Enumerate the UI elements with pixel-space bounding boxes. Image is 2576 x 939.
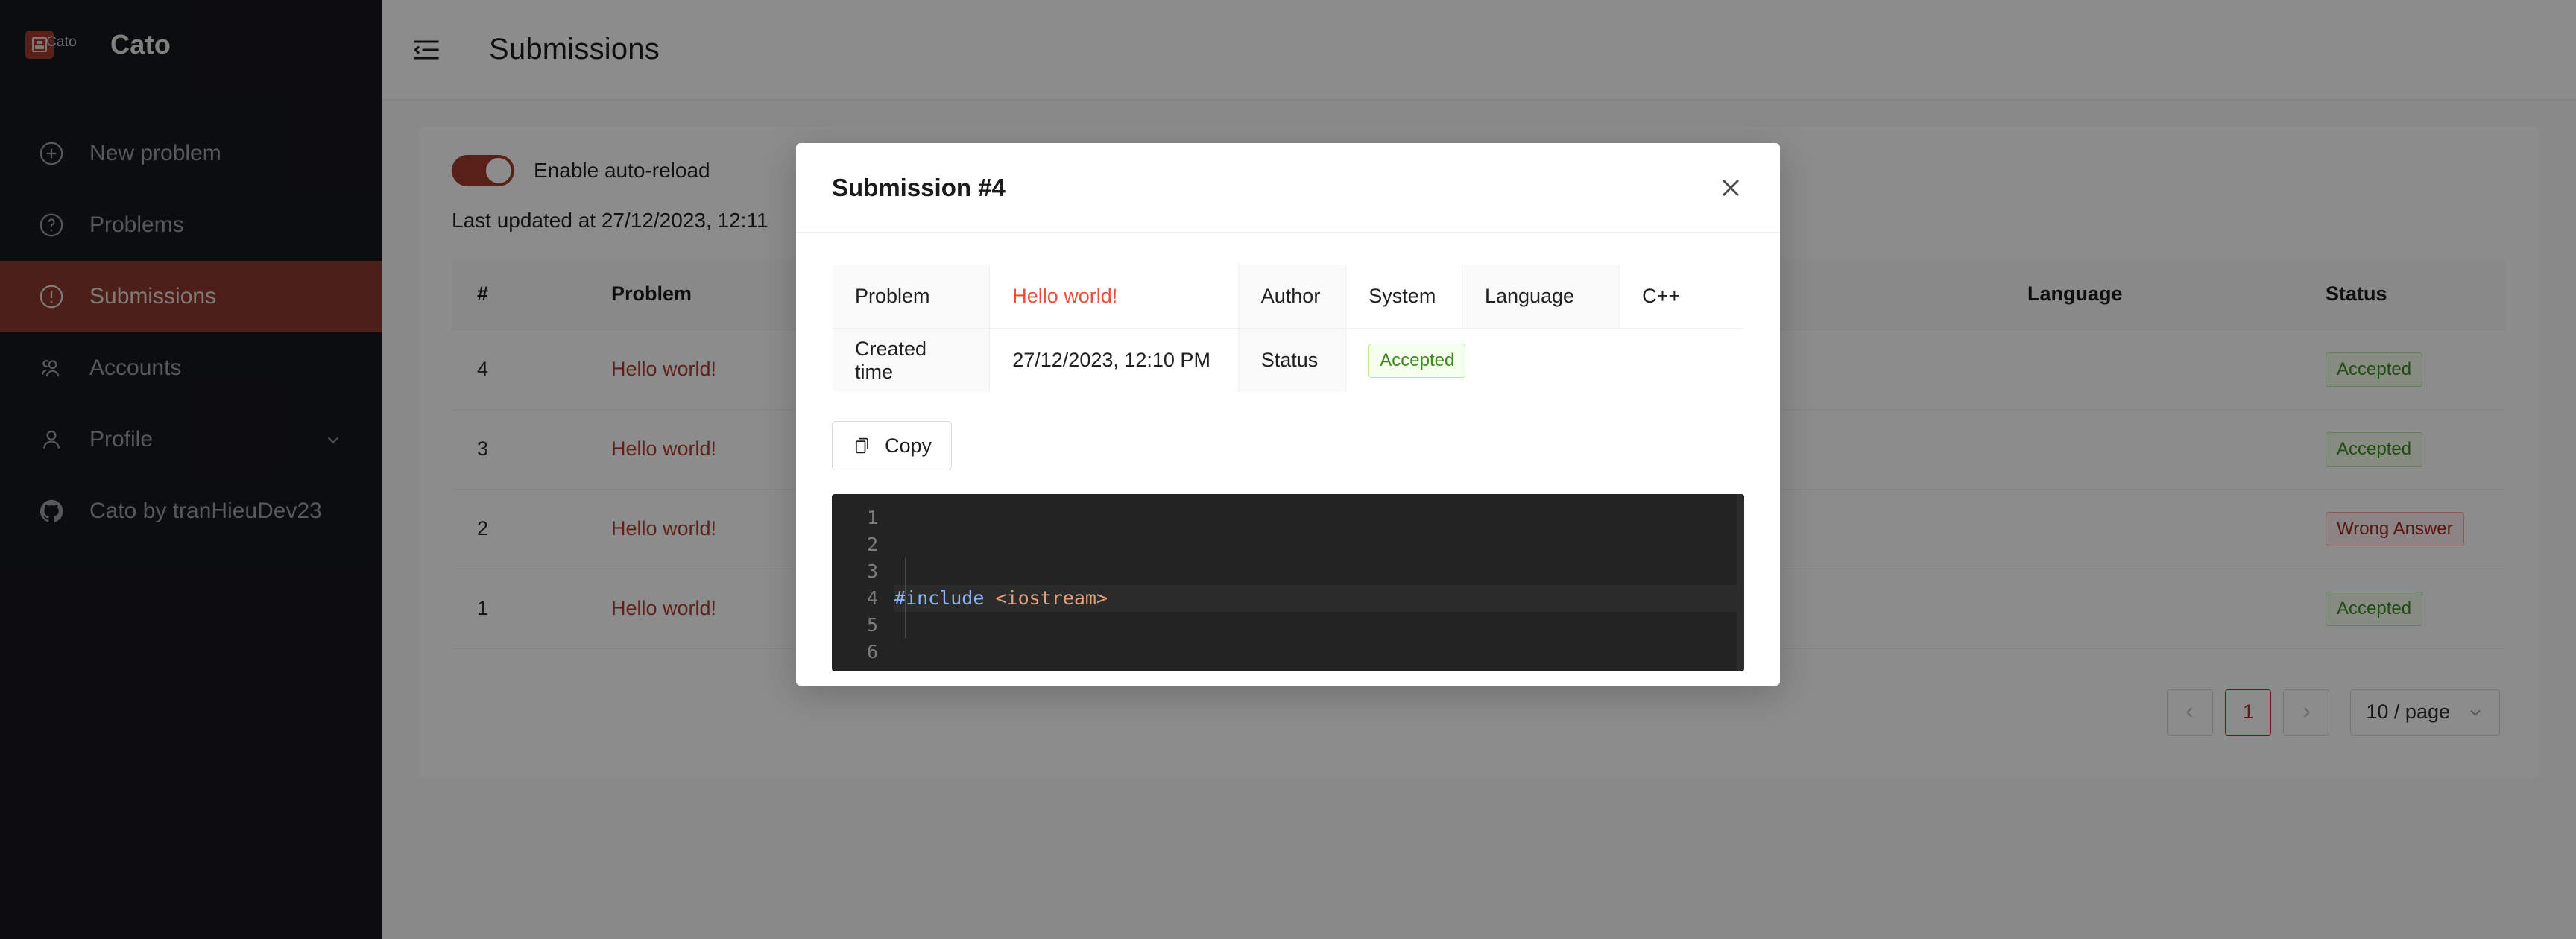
detail-label-status: Status bbox=[1238, 328, 1347, 392]
submission-details-table: Problem Hello world! Author System Langu… bbox=[832, 264, 1744, 393]
code-content: #include <iostream> int main() { std::co… bbox=[894, 494, 1744, 671]
code-viewer[interactable]: 1 2 3 4 5 6 #include <iostream> int main… bbox=[832, 494, 1744, 671]
line-number: 4 bbox=[866, 587, 878, 609]
line-number: 5 bbox=[866, 614, 878, 636]
code-line-1: #include <iostream> bbox=[894, 585, 1744, 612]
code-line-numbers: 1 2 3 4 5 6 bbox=[832, 494, 894, 671]
code-scrollbar[interactable] bbox=[1737, 494, 1744, 671]
detail-label-language: Language bbox=[1462, 265, 1620, 329]
copy-button[interactable]: Copy bbox=[832, 421, 953, 470]
detail-value-created-time: 27/12/2023, 12:10 PM bbox=[989, 328, 1239, 392]
detail-value-problem[interactable]: Hello world! bbox=[989, 265, 1239, 329]
copy-icon bbox=[855, 437, 868, 454]
detail-value-status: Accepted bbox=[1345, 328, 1743, 392]
status-badge: Accepted bbox=[1368, 343, 1466, 378]
line-number: 6 bbox=[866, 641, 878, 663]
details-row-2: Created time 27/12/2023, 12:10 PM Status… bbox=[833, 328, 1743, 392]
detail-label-created-time: Created time bbox=[833, 328, 991, 392]
detail-label-problem: Problem bbox=[833, 265, 991, 329]
line-number: 3 bbox=[866, 560, 878, 582]
detail-value-author: System bbox=[1345, 265, 1462, 329]
detail-label-author: Author bbox=[1238, 265, 1347, 329]
app-root: Cato Cato New problem Problems Submissio… bbox=[0, 0, 2576, 939]
modal-title: Submission #4 bbox=[832, 173, 1006, 201]
detail-value-language: C++ bbox=[1619, 265, 1743, 329]
submission-detail-modal: Submission #4 Problem Hello world! Autho… bbox=[796, 143, 1780, 686]
close-icon[interactable] bbox=[1716, 173, 1746, 203]
modal-header: Submission #4 bbox=[796, 143, 1780, 233]
indent-guide bbox=[905, 558, 906, 639]
line-number: 2 bbox=[866, 534, 878, 555]
line-number: 1 bbox=[866, 507, 878, 528]
copy-button-label: Copy bbox=[885, 434, 932, 457]
modal-body: Problem Hello world! Author System Langu… bbox=[796, 233, 1780, 671]
details-row-1: Problem Hello world! Author System Langu… bbox=[833, 265, 1743, 329]
